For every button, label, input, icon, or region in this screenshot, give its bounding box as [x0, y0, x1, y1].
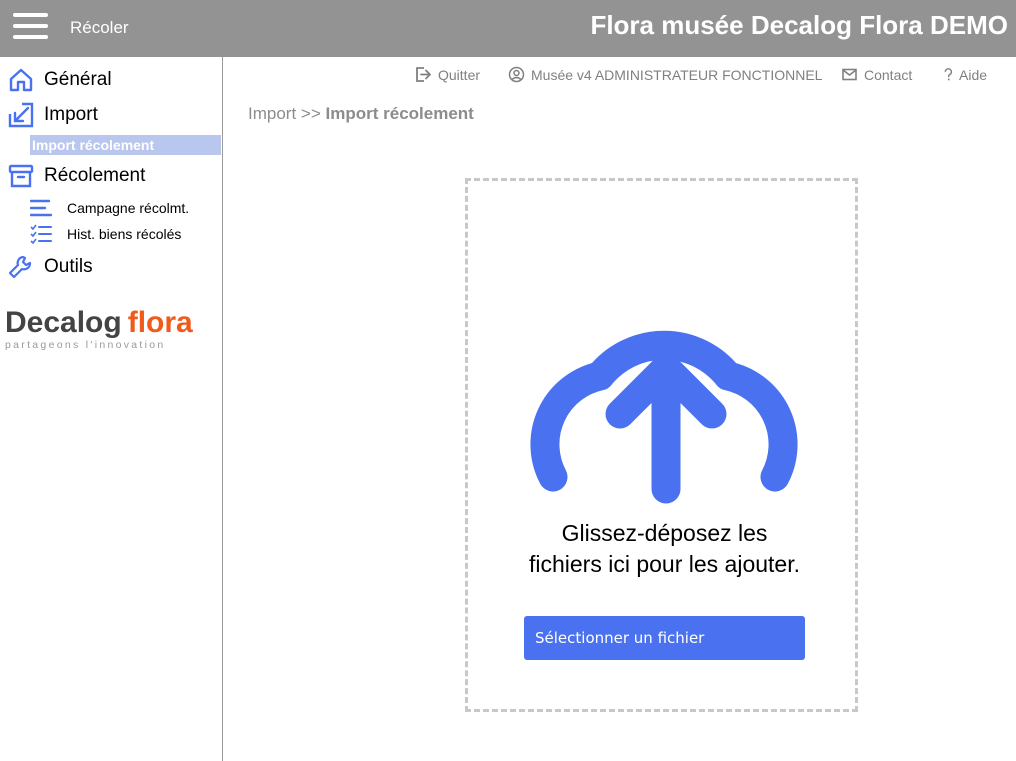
sidebar-item-hist-biens[interactable]: Hist. biens récolés: [30, 223, 181, 245]
sidebar: Général Import Import récolement Récolem…: [0, 57, 223, 761]
logo-word-decalog: Decalog: [5, 306, 122, 339]
user-link[interactable]: Musée v4 ADMINISTRATEUR FONCTIONNEL: [508, 66, 822, 83]
user-circle-icon: [508, 66, 525, 83]
user-link-label: Musée v4 ADMINISTRATEUR FONCTIONNEL: [531, 66, 823, 83]
breadcrumb-parent[interactable]: Import: [248, 104, 296, 123]
mail-icon: [842, 68, 857, 81]
app-name: Récoler: [70, 18, 129, 37]
wrench-icon: [8, 255, 32, 279]
sidebar-item-outils[interactable]: Outils: [8, 252, 93, 282]
top-bar: Récoler Flora musée Decalog Flora DEMO: [0, 0, 1016, 57]
home-icon: [9, 68, 33, 92]
contact-link-label: Contact: [864, 66, 913, 83]
file-drop-zone[interactable]: Glissez-déposez les fichiers ici pour le…: [465, 178, 858, 712]
sidebar-item-label: Général: [44, 69, 112, 90]
help-icon: [944, 68, 953, 81]
logout-icon: [416, 67, 431, 82]
sidebar-item-import[interactable]: Import: [8, 100, 98, 130]
breadcrumb: Import >> Import récolement: [248, 104, 474, 124]
sidebar-item-label: Récolement: [44, 165, 146, 186]
page-title: Flora musée Decalog Flora DEMO: [590, 10, 1008, 40]
select-file-button[interactable]: Sélectionner un fichier: [524, 616, 805, 660]
menu-icon[interactable]: [13, 13, 48, 39]
sidebar-item-campagne[interactable]: Campagne récolmt.: [30, 197, 189, 219]
quit-link[interactable]: Quitter: [415, 66, 480, 83]
breadcrumb-current: Import récolement: [325, 104, 474, 123]
sidebar-item-import-recolement[interactable]: Import récolement: [30, 135, 221, 155]
archive-box-icon: [8, 164, 34, 188]
quit-link-label: Quitter: [438, 66, 481, 83]
contact-link[interactable]: Contact: [841, 66, 912, 83]
sidebar-item-label: Import: [44, 104, 98, 125]
help-link-label: Aide: [959, 66, 988, 83]
sidebar-item-recolement[interactable]: Récolement: [8, 161, 145, 191]
breadcrumb-separator: >>: [300, 104, 321, 123]
logo-tagline: partageons l'innovation: [5, 339, 166, 351]
drop-instruction-text: Glissez-déposez les fichiers ici pour le…: [528, 520, 800, 577]
decalog-flora-logo: Decalog flora partageons l'innovation: [5, 306, 217, 352]
import-arrow-icon: [8, 102, 34, 128]
help-link[interactable]: Aide: [943, 66, 987, 83]
sidebar-item-label: Outils: [44, 256, 93, 277]
cloud-upload-icon: [530, 330, 798, 504]
sidebar-item-label: Import récolement: [32, 137, 155, 153]
logo-word-flora: flora: [127, 306, 193, 339]
sidebar-item-label: Hist. biens récolés: [67, 226, 182, 242]
checklist-icon: [30, 224, 52, 244]
sidebar-item-label: Campagne récolmt.: [67, 200, 190, 216]
list-lines-icon: [30, 199, 52, 217]
sidebar-item-general[interactable]: Général: [8, 65, 112, 95]
